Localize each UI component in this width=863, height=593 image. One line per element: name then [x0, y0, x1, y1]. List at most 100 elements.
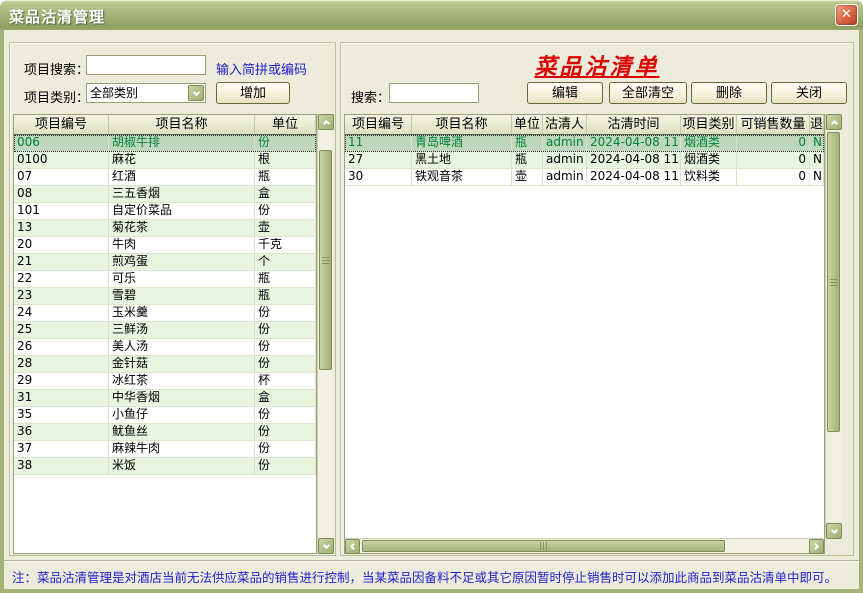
column-header[interactable]: 项目名称	[412, 115, 512, 134]
table-row[interactable]: 37麻辣牛肉份	[14, 441, 316, 458]
column-header[interactable]: 可销售数量	[737, 115, 810, 134]
table-cell: 烟酒类	[681, 135, 737, 151]
chevron-down-icon[interactable]	[188, 85, 204, 101]
dialog-body: 项目搜索： 输入简拼或编码 项目类别： 全部类别 增加 项目编号项目名称单位 0…	[4, 30, 859, 589]
table-cell: 盒	[255, 186, 316, 202]
table-cell: N	[810, 169, 824, 185]
table-row[interactable]: 30铁观音茶壶admin2024-04-08 11:0饮料类0N	[345, 169, 824, 186]
scroll-up-button[interactable]	[826, 114, 842, 130]
table-row[interactable]: 08三五香烟盒	[14, 186, 316, 203]
scrollbar-thumb[interactable]	[362, 540, 725, 552]
column-header[interactable]: 沽清人	[543, 115, 587, 134]
table-cell: 11	[345, 135, 412, 151]
chevron-left-icon	[350, 543, 357, 550]
table-cell: 份	[255, 441, 316, 457]
table-cell: N	[810, 152, 824, 168]
table-row[interactable]: 101自定价菜品份	[14, 203, 316, 220]
column-header[interactable]: 项目编号	[345, 115, 412, 134]
table-row[interactable]: 21煎鸡蛋个	[14, 254, 316, 271]
titlebar: 菜品沽清管理 ✕	[0, 0, 863, 30]
table-cell: 铁观音茶	[412, 169, 512, 185]
table-row[interactable]: 13菊花茶壶	[14, 220, 316, 237]
column-header[interactable]: 单位	[512, 115, 543, 134]
table-cell: 胡椒牛排	[109, 135, 255, 151]
table-cell: 黑土地	[412, 152, 512, 168]
table-cell: 08	[14, 186, 109, 202]
table-cell: 38	[14, 458, 109, 474]
table-row[interactable]: 20牛肉千克	[14, 237, 316, 254]
edit-button[interactable]: 编辑	[527, 82, 603, 104]
soldout-table-vscrollbar[interactable]	[825, 114, 841, 539]
table-cell: 青岛啤酒	[412, 135, 512, 151]
table-row[interactable]: 006胡椒牛排份	[14, 135, 316, 152]
table-cell: 小鱼仔	[109, 407, 255, 423]
close-dialog-button[interactable]: 关闭	[771, 82, 847, 104]
table-cell: 20	[14, 237, 109, 253]
table-cell: N	[810, 135, 824, 151]
item-search-input[interactable]	[86, 55, 206, 75]
column-header[interactable]: 项目类别	[681, 115, 737, 134]
close-button[interactable]: ✕	[835, 4, 858, 26]
table-row[interactable]: 07红酒瓶	[14, 169, 316, 186]
table-row[interactable]: 25三鲜汤份	[14, 322, 316, 339]
scroll-left-button[interactable]	[345, 539, 360, 554]
clear-all-button[interactable]: 全部清空	[609, 82, 687, 104]
scroll-up-button[interactable]	[318, 114, 334, 130]
table-cell: 22	[14, 271, 109, 287]
scroll-right-button[interactable]	[809, 539, 824, 554]
soldout-search-label: 搜索：	[351, 87, 390, 106]
category-select[interactable]: 全部类别	[86, 83, 206, 103]
column-header[interactable]: 项目编号	[14, 115, 109, 134]
item-search-hint: 输入简拼或编码	[216, 59, 307, 78]
table-row[interactable]: 23雪碧瓶	[14, 288, 316, 305]
table-row[interactable]: 35小鱼仔份	[14, 407, 316, 424]
delete-button[interactable]: 删除	[691, 82, 767, 104]
table-cell: 冰红茶	[109, 373, 255, 389]
table-cell: 千克	[255, 237, 316, 253]
table-row[interactable]: 36鱿鱼丝份	[14, 424, 316, 441]
column-header[interactable]: 项目名称	[109, 115, 255, 134]
table-cell: 26	[14, 339, 109, 355]
grip-icon	[830, 279, 838, 286]
column-header[interactable]: 单位	[255, 115, 316, 134]
scrollbar-thumb[interactable]	[827, 132, 840, 432]
scrollbar-track[interactable]	[360, 539, 809, 553]
scrollbar-thumb[interactable]	[319, 150, 332, 370]
column-header[interactable]: 沽清时间	[587, 115, 681, 134]
table-cell: 壶	[512, 169, 543, 185]
table-cell: 盒	[255, 390, 316, 406]
scrollbar-track[interactable]	[318, 130, 333, 538]
item-table-vscrollbar[interactable]	[317, 114, 333, 554]
grip-icon	[540, 542, 547, 550]
table-cell: 份	[255, 424, 316, 440]
table-row[interactable]: 29冰红茶杯	[14, 373, 316, 390]
close-icon: ✕	[841, 7, 852, 22]
table-row[interactable]: 22可乐瓶	[14, 271, 316, 288]
item-table: 项目编号项目名称单位 006胡椒牛排份0100麻花根07红酒瓶08三五香烟盒10…	[13, 114, 333, 554]
add-button[interactable]: 增加	[216, 82, 290, 104]
scroll-down-button[interactable]	[826, 523, 842, 539]
table-row[interactable]: 26美人汤份	[14, 339, 316, 356]
scroll-down-button[interactable]	[318, 538, 334, 554]
table-row[interactable]: 31中华香烟盒	[14, 390, 316, 407]
table-cell: 37	[14, 441, 109, 457]
item-search-label: 项目搜索：	[24, 59, 89, 78]
table-row[interactable]: 0100麻花根	[14, 152, 316, 169]
table-row[interactable]: 11青岛啤酒瓶admin2024-04-08 11:0烟酒类0N	[345, 135, 824, 152]
window-title: 菜品沽清管理	[9, 6, 105, 27]
table-cell: 瓶	[255, 169, 316, 185]
table-cell: 金针菇	[109, 356, 255, 372]
chevron-up-icon	[830, 119, 837, 126]
scrollbar-track[interactable]	[826, 130, 841, 523]
table-row[interactable]: 28金针菇份	[14, 356, 316, 373]
column-header[interactable]: 退	[810, 115, 824, 134]
table-cell: admin	[543, 135, 587, 151]
chevron-up-icon	[322, 119, 329, 126]
soldout-search-input[interactable]	[389, 83, 479, 103]
table-row[interactable]: 27黑土地瓶admin2024-04-08 11:0烟酒类0N	[345, 152, 824, 169]
table-cell: 米饭	[109, 458, 255, 474]
soldout-table-hscrollbar[interactable]	[345, 538, 824, 553]
soldout-panel: 菜品沽清单 搜索： 编辑 全部清空 删除 关闭 项目编号项目名称单位沽清人沽清时…	[340, 42, 854, 556]
table-row[interactable]: 24玉米羹份	[14, 305, 316, 322]
table-row[interactable]: 38米饭份	[14, 458, 316, 475]
